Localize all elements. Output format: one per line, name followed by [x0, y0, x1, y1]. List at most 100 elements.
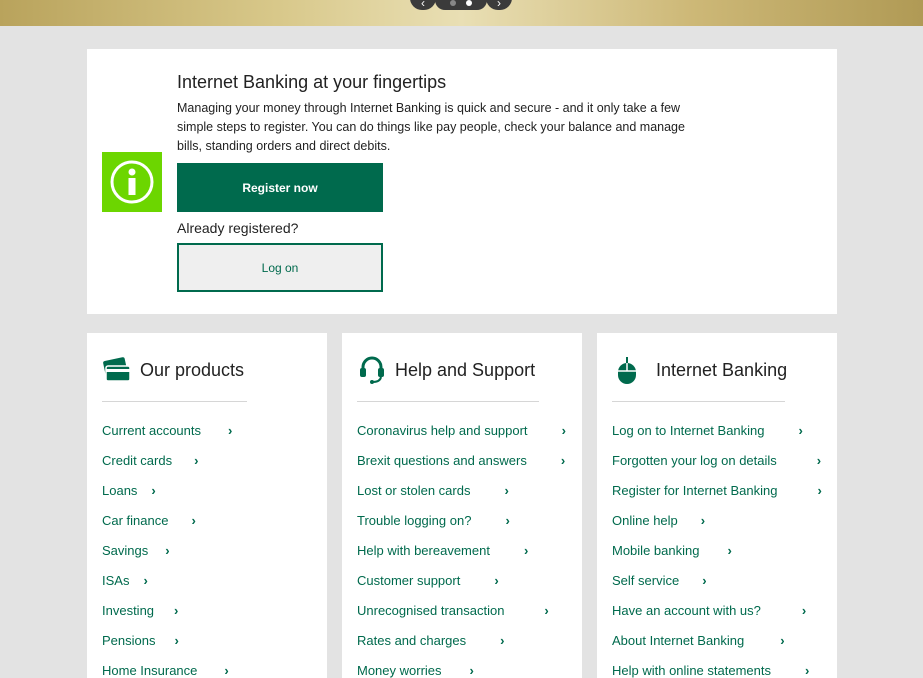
- products-card: Our products Current accounts › Credit ca…: [87, 333, 327, 678]
- chevron-right-icon: ›: [224, 662, 229, 678]
- link-loans[interactable]: Loans ›: [102, 475, 232, 505]
- chevron-right-icon: ›: [505, 512, 510, 528]
- chevron-right-icon: ›: [143, 572, 148, 588]
- link-trouble-logging-on[interactable]: Trouble logging on? ›: [357, 505, 566, 535]
- internet-banking-links: Log on to Internet Banking › Forgotten yo…: [612, 415, 822, 678]
- carousel-controls: ‹ ›: [410, 0, 512, 10]
- link-label: Savings: [102, 542, 149, 558]
- chevron-right-icon: ›: [798, 422, 803, 438]
- link-label: Money worries: [357, 662, 442, 678]
- chevron-right-icon: ›: [500, 632, 505, 648]
- chevron-right-icon: ›: [817, 482, 822, 498]
- link-label: Loans: [102, 482, 138, 498]
- link-label: Current accounts: [102, 422, 201, 438]
- link-lost-stolen-cards[interactable]: Lost or stolen cards ›: [357, 475, 566, 505]
- chevron-right-icon: ›: [804, 662, 810, 678]
- credit-card-icon: [102, 355, 132, 385]
- link-current-accounts[interactable]: Current accounts ›: [102, 415, 232, 445]
- link-mobile-banking[interactable]: Mobile banking ›: [612, 535, 822, 565]
- products-links: Current accounts › Credit cards › Loans › C…: [102, 415, 232, 678]
- link-label: Register for Internet Banking: [612, 482, 778, 498]
- link-self-service[interactable]: Self service ›: [612, 565, 822, 595]
- chevron-right-icon: ›: [700, 512, 706, 528]
- register-now-button[interactable]: Register now: [177, 163, 383, 212]
- link-log-on-internet-banking[interactable]: Log on to Internet Banking ›: [612, 415, 822, 445]
- link-label: Trouble logging on?: [357, 512, 472, 528]
- link-bereavement[interactable]: Help with bereavement ›: [357, 535, 566, 565]
- link-online-statements[interactable]: Help with online statements ›: [612, 655, 822, 678]
- internet-banking-card-header: Internet Banking: [612, 355, 787, 385]
- link-isas[interactable]: ISAs ›: [102, 565, 232, 595]
- chevron-right-icon: ›: [727, 542, 732, 558]
- help-title: Help and Support: [395, 359, 536, 380]
- link-label: Customer support: [357, 572, 461, 588]
- link-unrecognised-transaction[interactable]: Unrecognised transaction ›: [357, 595, 566, 625]
- link-online-help[interactable]: Online help ›: [612, 505, 822, 535]
- link-label: Help with online statements: [612, 662, 771, 678]
- chevron-right-icon: ›: [560, 452, 566, 468]
- chevron-right-icon: ›: [469, 662, 474, 678]
- chevron-right-icon: ›: [523, 542, 529, 558]
- link-label: Log on to Internet Banking: [612, 422, 765, 438]
- divider: [357, 401, 539, 402]
- link-customer-support[interactable]: Customer support ›: [357, 565, 566, 595]
- products-title: Our products: [140, 359, 245, 380]
- link-rates-charges[interactable]: Rates and charges ›: [357, 625, 566, 655]
- link-savings[interactable]: Savings ›: [102, 535, 232, 565]
- products-card-header: Our products: [102, 355, 244, 385]
- chevron-right-icon: ›: [780, 632, 785, 648]
- carousel-dot-active[interactable]: [466, 0, 472, 6]
- link-forgotten-details[interactable]: Forgotten your log on details ›: [612, 445, 822, 475]
- link-pensions[interactable]: Pensions ›: [102, 625, 232, 655]
- carousel-dots: [435, 0, 487, 10]
- link-label: Forgotten your log on details: [612, 452, 777, 468]
- internet-banking-promo: Internet Banking at your fingertips Mana…: [87, 49, 837, 314]
- link-brexit-questions[interactable]: Brexit questions and answers ›: [357, 445, 566, 475]
- carousel-next-button[interactable]: ›: [486, 0, 512, 10]
- chevron-right-icon: ›: [504, 482, 509, 498]
- help-card-header: Help and Support: [357, 355, 535, 385]
- chevron-right-icon: ›: [174, 602, 179, 618]
- chevron-right-icon: ›: [165, 542, 170, 558]
- link-label: Lost or stolen cards: [357, 482, 471, 498]
- link-label: Brexit questions and answers: [357, 452, 527, 468]
- chevron-right-icon: ›: [702, 572, 707, 588]
- help-support-card: Help and Support Coronavirus help and su…: [342, 333, 582, 678]
- chevron-right-icon: ›: [544, 602, 549, 618]
- divider: [612, 401, 785, 402]
- link-label: Have an account with us?: [612, 602, 761, 618]
- link-label: Investing: [102, 602, 155, 618]
- promo-title: Internet Banking at your fingertips: [177, 72, 447, 92]
- internet-banking-title: Internet Banking: [656, 359, 788, 380]
- link-label: Home Insurance: [102, 662, 198, 678]
- chevron-right-icon: ›: [174, 632, 179, 648]
- link-label: Online help: [612, 512, 678, 528]
- chevron-right-icon: ›: [816, 452, 822, 468]
- mouse-icon: [612, 355, 642, 385]
- link-label: Self service: [612, 572, 680, 588]
- chevron-right-icon: ›: [801, 602, 807, 618]
- chevron-right-icon: ›: [497, 0, 501, 10]
- link-label: Pensions: [102, 632, 156, 648]
- carousel-dot[interactable]: [450, 0, 456, 6]
- chevron-right-icon: ›: [494, 572, 499, 588]
- log-on-button[interactable]: Log on: [177, 243, 383, 292]
- link-home-insurance[interactable]: Home Insurance ›: [102, 655, 232, 678]
- link-coronavirus-help[interactable]: Coronavirus help and support ›: [357, 415, 566, 445]
- carousel-prev-button[interactable]: ‹: [410, 0, 436, 10]
- link-register-internet-banking[interactable]: Register for Internet Banking ›: [612, 475, 822, 505]
- link-label: Coronavirus help and support: [357, 422, 528, 438]
- link-label: Unrecognised transaction: [357, 602, 505, 618]
- link-investing[interactable]: Investing ›: [102, 595, 232, 625]
- link-car-finance[interactable]: Car finance ›: [102, 505, 232, 535]
- link-credit-cards[interactable]: Credit cards ›: [102, 445, 232, 475]
- link-label: About Internet Banking: [612, 632, 745, 648]
- chevron-right-icon: ›: [151, 482, 156, 498]
- link-have-account[interactable]: Have an account with us? ›: [612, 595, 822, 625]
- link-about-internet-banking[interactable]: About Internet Banking ›: [612, 625, 822, 655]
- hero-banner: ‹ ›: [0, 0, 923, 26]
- link-money-worries[interactable]: Money worries ›: [357, 655, 566, 678]
- chevron-right-icon: ›: [191, 512, 196, 528]
- chevron-left-icon: ‹: [421, 0, 425, 10]
- link-label: ISAs: [102, 572, 130, 588]
